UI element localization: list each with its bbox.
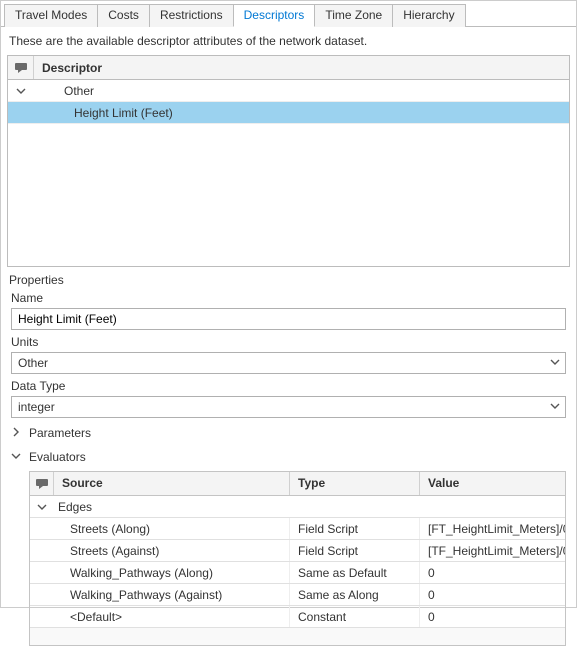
evaluator-row[interactable]: Streets (Against) Field Script [TF_Heigh… bbox=[30, 540, 565, 562]
name-label: Name bbox=[1, 289, 576, 307]
properties-title: Properties bbox=[1, 267, 576, 289]
comment-icon bbox=[8, 56, 34, 79]
cell-value: [TF_HeightLimit_Meters]/0.3048 bbox=[420, 540, 565, 561]
cell-value: [FT_HeightLimit_Meters]/0.3048 bbox=[420, 518, 565, 539]
evaluators-table: Source Type Value Edges Streets (Along) … bbox=[29, 471, 566, 628]
evaluator-row[interactable]: Walking_Pathways (Against) Same as Along… bbox=[30, 584, 565, 606]
datatype-select[interactable]: integer bbox=[11, 396, 566, 418]
cell-type: Same as Along bbox=[290, 584, 420, 605]
chevron-right-icon bbox=[11, 426, 21, 440]
comment-icon bbox=[30, 472, 54, 495]
evaluator-row[interactable]: Streets (Along) Field Script [FT_HeightL… bbox=[30, 518, 565, 540]
cell-source: Streets (Along) bbox=[30, 518, 290, 539]
evaluators-expander[interactable]: Evaluators bbox=[1, 445, 576, 469]
tab-descriptors[interactable]: Descriptors bbox=[233, 4, 316, 27]
descriptor-group-label: Other bbox=[34, 84, 569, 98]
name-field[interactable] bbox=[11, 308, 566, 330]
evaluator-row[interactable]: Walking_Pathways (Along) Same as Default… bbox=[30, 562, 565, 584]
cell-value: 0 bbox=[420, 562, 565, 583]
cell-source: Walking_Pathways (Along) bbox=[30, 562, 290, 583]
parameters-label: Parameters bbox=[29, 426, 91, 440]
column-source[interactable]: Source bbox=[54, 472, 290, 495]
evaluators-footer bbox=[29, 628, 566, 646]
chevron-down-icon bbox=[11, 450, 21, 464]
column-descriptor: Descriptor bbox=[34, 61, 569, 75]
evaluators-header: Source Type Value bbox=[30, 472, 565, 496]
tab-costs[interactable]: Costs bbox=[97, 4, 150, 27]
cell-type: Field Script bbox=[290, 540, 420, 561]
descriptor-item-row[interactable]: Height Limit (Feet) bbox=[8, 102, 569, 124]
column-value[interactable]: Value bbox=[420, 472, 565, 495]
descriptor-group-row[interactable]: Other bbox=[8, 80, 569, 102]
cell-source: <Default> bbox=[30, 606, 290, 627]
descriptor-grid: Descriptor Other Height Limit (Feet) bbox=[7, 55, 570, 267]
tab-restrictions[interactable]: Restrictions bbox=[149, 4, 234, 27]
cell-type: Same as Default bbox=[290, 562, 420, 583]
evaluator-row[interactable]: <Default> Constant 0 bbox=[30, 606, 565, 628]
cell-type: Field Script bbox=[290, 518, 420, 539]
tab-bar: Travel Modes Costs Restrictions Descript… bbox=[1, 1, 576, 27]
evaluators-group-edges[interactable]: Edges bbox=[30, 496, 565, 518]
cell-type: Constant bbox=[290, 606, 420, 627]
cell-source: Streets (Against) bbox=[30, 540, 290, 561]
group-label: Edges bbox=[54, 500, 92, 514]
chevron-down-icon[interactable] bbox=[30, 502, 54, 512]
tab-time-zone[interactable]: Time Zone bbox=[314, 4, 393, 27]
evaluators-label: Evaluators bbox=[29, 450, 86, 464]
column-type[interactable]: Type bbox=[290, 472, 420, 495]
chevron-down-icon[interactable] bbox=[8, 86, 34, 96]
cell-source: Walking_Pathways (Against) bbox=[30, 584, 290, 605]
descriptor-grid-header: Descriptor bbox=[8, 56, 569, 80]
cell-value: 0 bbox=[420, 606, 565, 627]
tab-travel-modes[interactable]: Travel Modes bbox=[4, 4, 98, 27]
section-description: These are the available descriptor attri… bbox=[1, 27, 576, 55]
units-select[interactable]: Other bbox=[11, 352, 566, 374]
tab-hierarchy[interactable]: Hierarchy bbox=[392, 4, 465, 27]
datatype-label: Data Type bbox=[1, 377, 576, 395]
parameters-expander[interactable]: Parameters bbox=[1, 421, 576, 445]
descriptor-item-label: Height Limit (Feet) bbox=[34, 106, 569, 120]
cell-value: 0 bbox=[420, 584, 565, 605]
units-label: Units bbox=[1, 333, 576, 351]
